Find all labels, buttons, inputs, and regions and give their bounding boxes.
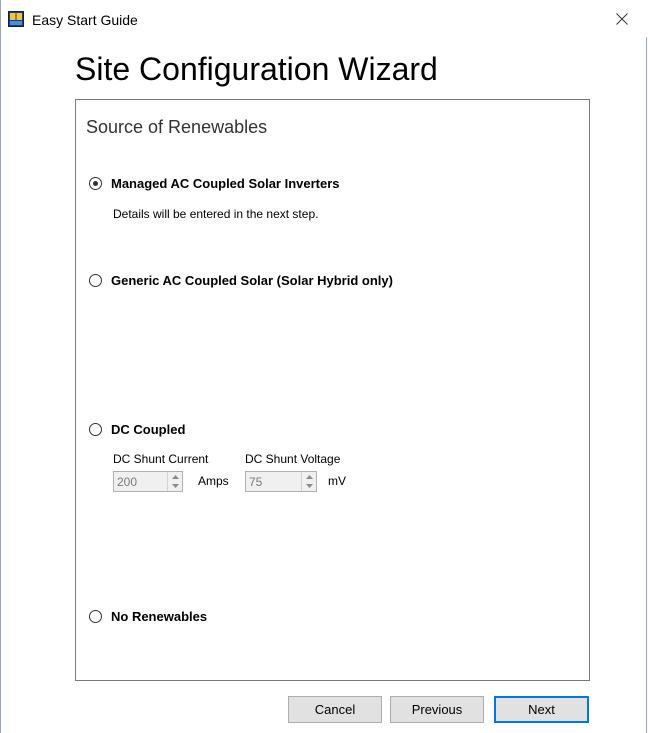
- renewables-panel: Source of Renewables Managed AC Coupled …: [75, 99, 590, 681]
- dialog-window: Easy Start Guide Site Configuration Wiza…: [0, 0, 647, 733]
- chevron-up-icon[interactable]: [302, 472, 316, 482]
- close-icon[interactable]: [607, 6, 637, 32]
- cancel-button[interactable]: Cancel: [288, 696, 382, 723]
- app-icon: [8, 11, 24, 27]
- option-note: Details will be entered in the next step…: [113, 207, 319, 221]
- next-button[interactable]: Next: [494, 696, 589, 723]
- stepper-arrows[interactable]: [167, 472, 182, 491]
- dc-shunt-voltage-stepper[interactable]: 75: [245, 471, 317, 492]
- dc-shunt-current-value: 200: [117, 475, 138, 489]
- dc-shunt-current-label: DC Shunt Current: [113, 452, 209, 466]
- panel-title: Source of Renewables: [86, 117, 268, 137]
- chevron-down-icon[interactable]: [302, 482, 316, 492]
- chevron-up-icon[interactable]: [168, 472, 182, 482]
- radio-button[interactable]: [89, 423, 102, 436]
- dc-shunt-current-stepper[interactable]: 200: [113, 471, 183, 492]
- dc-shunt-voltage-value: 75: [249, 475, 263, 489]
- window-title: Easy Start Guide: [32, 12, 138, 28]
- option-no-renewables[interactable]: No Renewables: [89, 609, 207, 624]
- chevron-down-icon[interactable]: [168, 482, 182, 492]
- stepper-arrows[interactable]: [301, 472, 316, 491]
- radio-button[interactable]: [89, 274, 102, 287]
- option-label: Generic AC Coupled Solar (Solar Hybrid o…: [111, 273, 393, 288]
- title-bar[interactable]: Easy Start Guide: [1, 0, 647, 37]
- option-label: No Renewables: [111, 609, 208, 624]
- page-title: Site Configuration Wizard: [75, 51, 438, 87]
- radio-button[interactable]: [89, 610, 102, 623]
- option-label: Managed AC Coupled Solar Inverters: [111, 176, 340, 191]
- option-label: DC Coupled: [111, 422, 186, 437]
- option-managed-ac-coupled[interactable]: Managed AC Coupled Solar Inverters: [89, 176, 340, 191]
- previous-button[interactable]: Previous: [390, 696, 484, 723]
- option-generic-ac-coupled[interactable]: Generic AC Coupled Solar (Solar Hybrid o…: [89, 273, 393, 288]
- dc-shunt-voltage-label: DC Shunt Voltage: [245, 452, 341, 466]
- radio-button-selected[interactable]: [89, 177, 102, 190]
- voltage-unit: mV: [328, 474, 346, 488]
- option-dc-coupled[interactable]: DC Coupled: [89, 422, 185, 437]
- current-unit: Amps: [198, 474, 229, 488]
